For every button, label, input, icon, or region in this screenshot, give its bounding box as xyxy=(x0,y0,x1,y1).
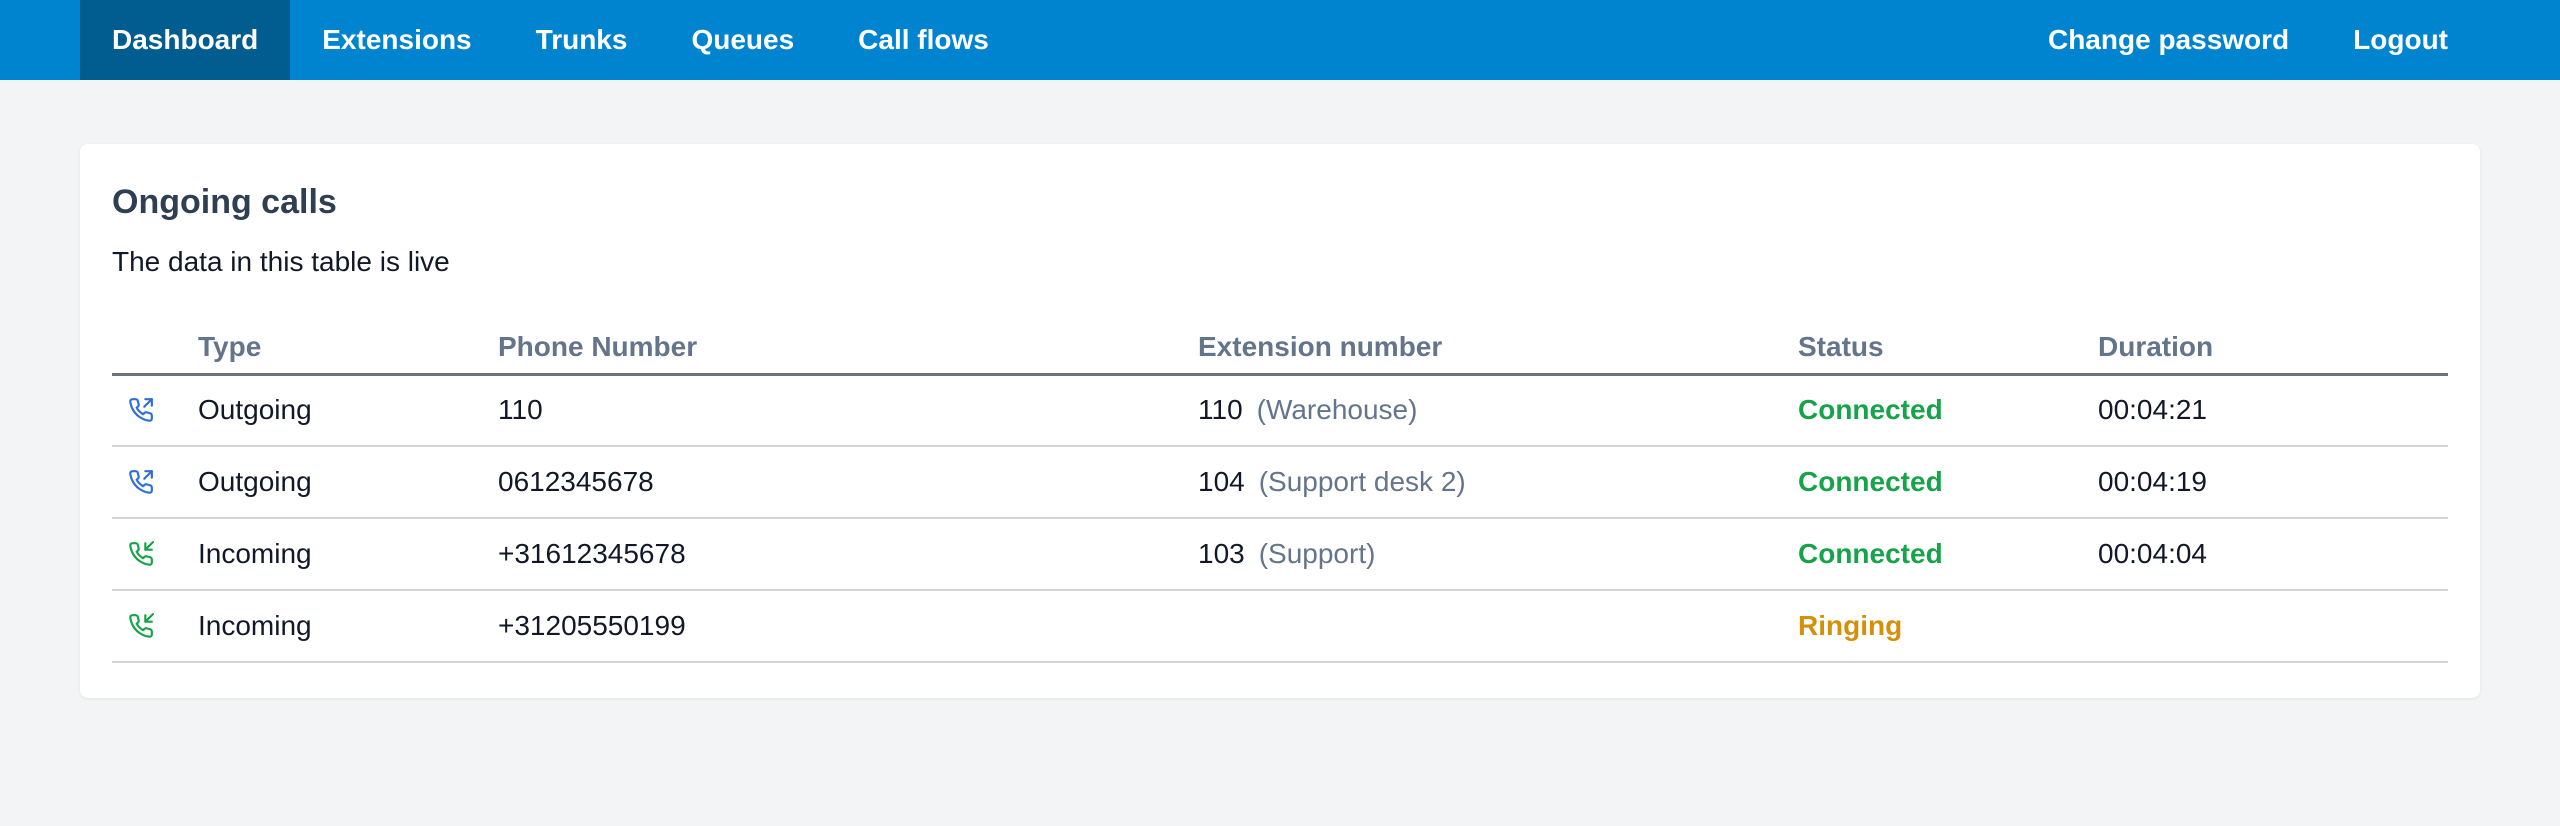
header-status: Status xyxy=(1798,322,2098,376)
top-navbar: Dashboard Extensions Trunks Queues Call … xyxy=(0,0,2560,80)
call-duration: 00:04:19 xyxy=(2098,446,2448,519)
nav-dashboard[interactable]: Dashboard xyxy=(80,0,291,80)
table-header-row: Type Phone Number Extension number Statu… xyxy=(112,322,2448,376)
call-type: Incoming xyxy=(198,518,498,591)
type-icon-cell xyxy=(112,446,198,519)
incoming-call-icon xyxy=(128,541,198,567)
header-phone-number: Phone Number xyxy=(498,322,1198,376)
nav-right: Change password Logout xyxy=(2016,0,2480,80)
nav-trunks[interactable]: Trunks xyxy=(504,0,660,80)
phone-number: +31205550199 xyxy=(498,590,1198,663)
call-type: Incoming xyxy=(198,590,498,663)
outgoing-call-icon xyxy=(128,469,198,495)
header-type: Type xyxy=(198,322,498,376)
status-badge: Connected xyxy=(1798,446,2098,519)
header-duration: Duration xyxy=(2098,322,2448,376)
extension-name: (Warehouse) xyxy=(1256,394,1418,426)
status-badge: Connected xyxy=(1798,374,2098,447)
table-row: Incoming +31205550199 Ringing xyxy=(112,590,2448,663)
nav-extensions[interactable]: Extensions xyxy=(290,0,503,80)
table-row: Incoming +31612345678 103 (Support) Conne… xyxy=(112,518,2448,591)
table-row: Outgoing 110 110 (Warehouse) Connected 00… xyxy=(112,374,2448,447)
outgoing-call-icon xyxy=(128,397,198,423)
header-icon xyxy=(112,322,198,376)
status-badge: Connected xyxy=(1798,518,2098,591)
card-title: Ongoing calls xyxy=(112,183,337,221)
nav-call-flows[interactable]: Call flows xyxy=(826,0,1021,80)
type-icon-cell xyxy=(112,374,198,447)
phone-number: 0612345678 xyxy=(498,446,1198,519)
ongoing-calls-card: Ongoing calls The data in this table is … xyxy=(80,144,2480,698)
call-duration: 00:04:04 xyxy=(2098,518,2448,591)
phone-number: 110 xyxy=(498,374,1198,447)
ongoing-calls-table: Type Phone Number Extension number Statu… xyxy=(112,322,2448,663)
extension-cell: 110 (Warehouse) xyxy=(1198,374,1798,447)
extension-name: (Support desk 2) xyxy=(1258,466,1466,497)
incoming-call-icon xyxy=(128,613,198,639)
extension-cell: 103 (Support) xyxy=(1198,518,1798,591)
call-duration: 00:04:21 xyxy=(2098,374,2448,447)
call-type: Outgoing xyxy=(198,446,498,519)
table-row: Outgoing 0612345678 104 (Support desk 2) … xyxy=(112,446,2448,519)
type-icon-cell xyxy=(112,590,198,663)
nav-queues[interactable]: Queues xyxy=(659,0,826,80)
extension-number: 103 xyxy=(1198,538,1245,569)
extension-name: (Support) xyxy=(1258,538,1376,569)
nav-left: Dashboard Extensions Trunks Queues Call … xyxy=(80,0,1021,80)
phone-number: +31612345678 xyxy=(498,518,1198,591)
type-icon-cell xyxy=(112,518,198,591)
nav-logout[interactable]: Logout xyxy=(2321,0,2480,80)
extension-cell xyxy=(1198,590,1798,663)
status-badge: Ringing xyxy=(1798,590,2098,663)
extension-number: 104 xyxy=(1198,466,1245,497)
call-type: Outgoing xyxy=(198,374,498,447)
nav-change-password[interactable]: Change password xyxy=(2016,0,2321,80)
card-subtitle: The data in this table is live xyxy=(112,246,450,277)
call-duration xyxy=(2098,590,2448,663)
extension-number: 110 xyxy=(1198,394,1243,426)
header-extension-number: Extension number xyxy=(1198,322,1798,376)
extension-cell: 104 (Support desk 2) xyxy=(1198,446,1798,519)
